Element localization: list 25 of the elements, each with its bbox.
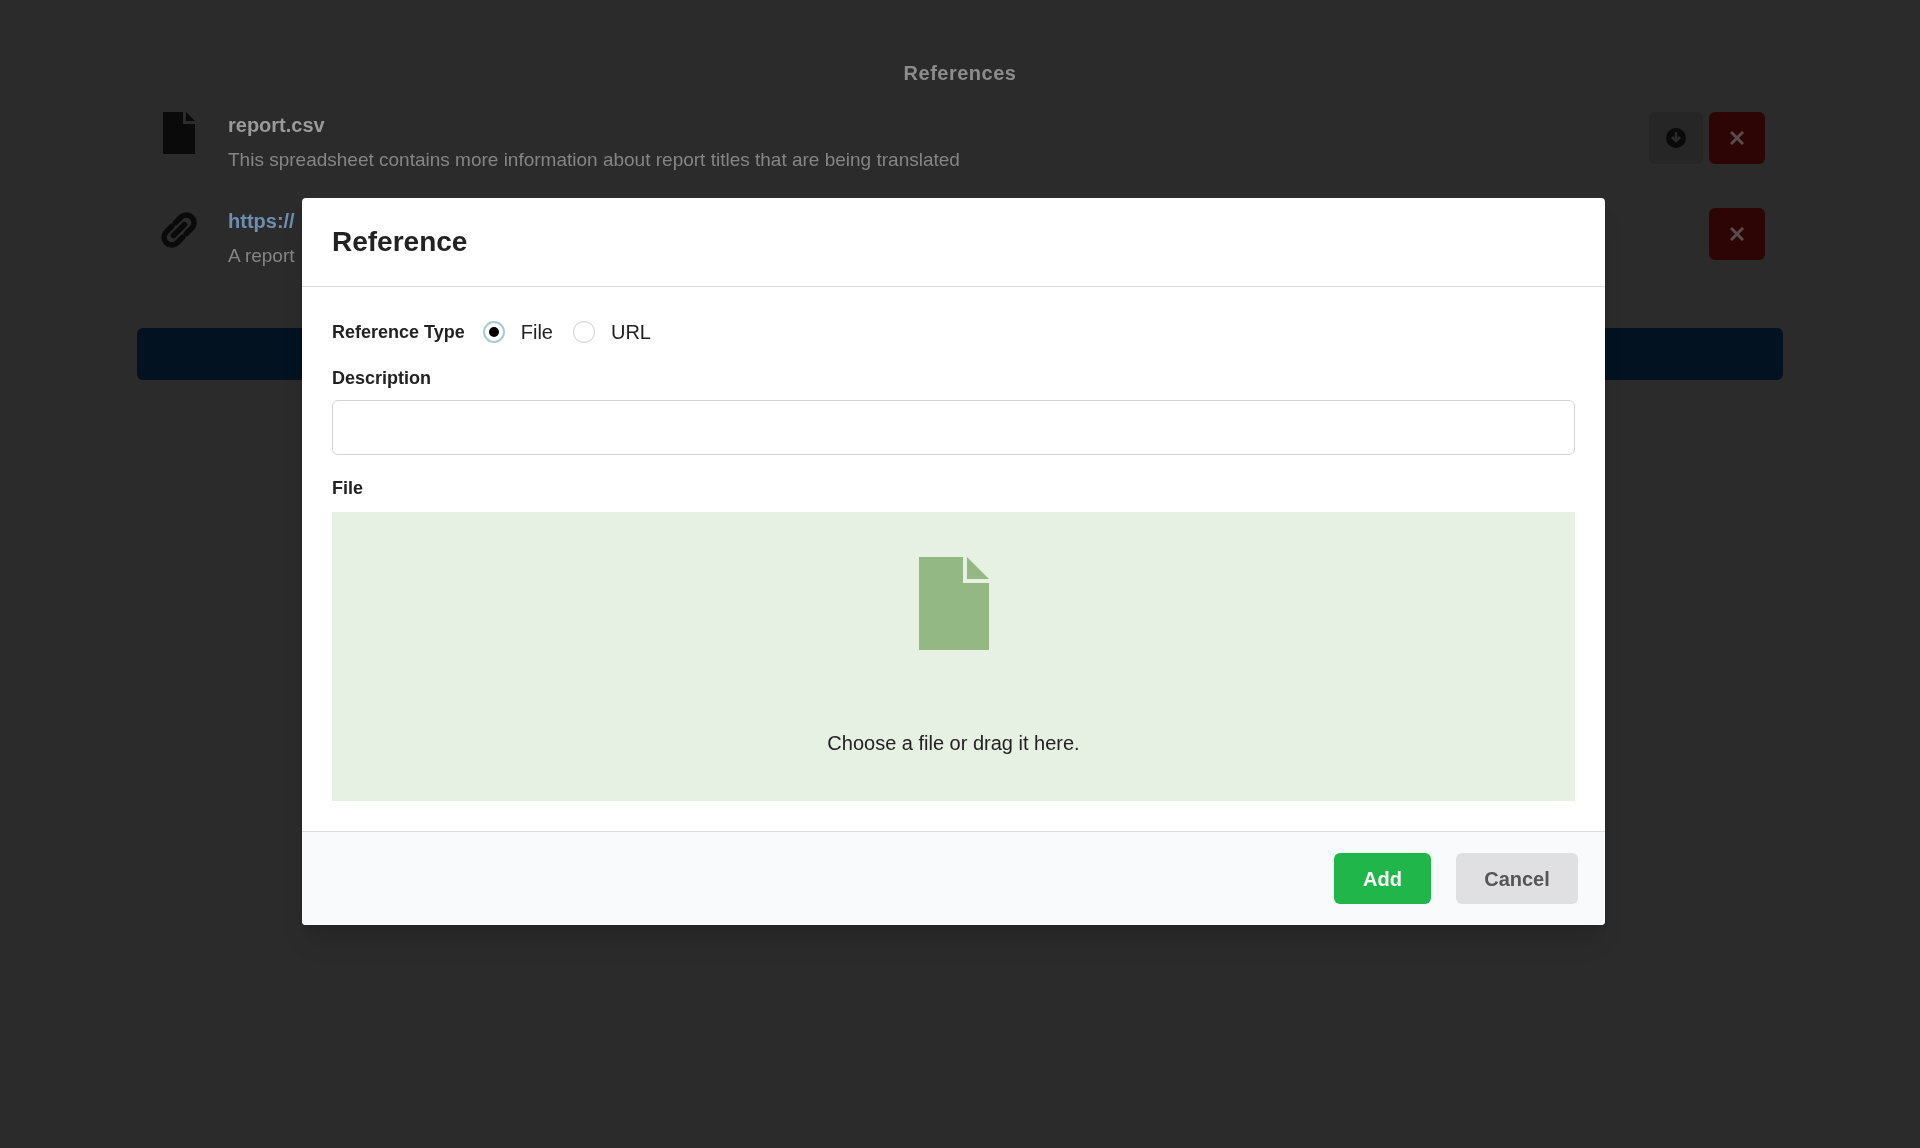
file-icon [918,557,989,650]
radio-label[interactable]: File [520,317,553,347]
file-icon [163,112,195,154]
field-label: Reference Type [332,320,465,344]
delete-button[interactable] [1709,208,1765,260]
radio-button[interactable] [482,321,505,343]
dialog-title: Reference [332,225,468,259]
field-label: Description [332,367,433,390]
page-title: References [903,61,1017,86]
reference-description: A report [228,244,295,268]
cancel-button[interactable]: Cancel [1456,853,1578,904]
field-label: File [332,477,364,500]
download-button[interactable] [1649,112,1703,164]
dropzone-hint: Choose a file or drag it here. [827,731,1080,756]
file-dropzone[interactable]: Choose a file or drag it here. [332,512,1575,801]
reference-name[interactable]: https:// [228,206,295,236]
download-icon [1666,128,1686,148]
radio-button[interactable] [572,321,595,343]
reference-name[interactable]: report.csv [228,110,960,140]
description-field[interactable] [332,400,1575,455]
close-icon [1730,227,1744,241]
delete-button[interactable] [1709,112,1765,164]
radio-label[interactable]: URL [610,317,651,347]
close-icon [1730,131,1744,145]
reference-description: This spreadsheet contains more information about report titles that are being translated [228,148,960,172]
